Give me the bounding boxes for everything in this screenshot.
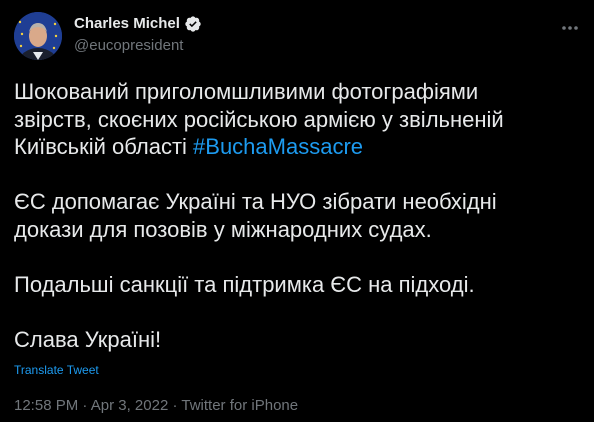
tweet-line: звірств, скоєних російською армією у зві… <box>14 106 504 132</box>
tweet-body: Шокований приголомшливими фотографіями з… <box>14 78 574 353</box>
tweet-paragraph-2: ЄС допомагає Україні та НУО зібрати необ… <box>14 188 574 243</box>
meta-separator: · <box>82 397 88 414</box>
tweet-paragraph-4: Слава Україні! <box>14 326 574 354</box>
avatar-photo <box>14 12 62 60</box>
tweet-paragraph-1: Шокований приголомшливими фотографіями з… <box>14 78 574 161</box>
hashtag-link[interactable]: #BuchaMassacre <box>193 134 363 159</box>
tweet-metadata: 12:58 PM · Apr 3, 2022 · Twitter for iPh… <box>14 397 298 415</box>
tweet-source[interactable]: Twitter for iPhone <box>181 397 298 414</box>
tweet-line: Подальші санкції та підтримка ЄС на підх… <box>14 271 475 297</box>
author-display-name[interactable]: Charles Michel <box>74 15 180 33</box>
verified-badge-icon <box>184 15 202 33</box>
tweet-line: Шокований приголомшливими фотографіями <box>14 79 479 104</box>
more-dots-icon[interactable] <box>560 18 580 38</box>
tweet-line: докази для позовів у міжнародних судах. <box>14 216 432 242</box>
author-name-row[interactable]: Charles Michel <box>74 15 202 33</box>
avatar[interactable] <box>14 12 62 60</box>
tweet-date[interactable]: Apr 3, 2022 <box>91 397 169 414</box>
tweet-line: ЄС допомагає Україні та НУО зібрати необ… <box>14 189 497 214</box>
tweet-line: Київській області <box>14 134 194 159</box>
tweet-time[interactable]: 12:58 PM <box>14 397 78 414</box>
tweet-card: Charles Michel @eucopresident Шокований … <box>0 0 594 422</box>
tweet-paragraph-3: Подальші санкції та підтримка ЄС на підх… <box>14 271 574 299</box>
author-handle[interactable]: @eucopresident <box>74 37 183 55</box>
tweet-line: Слава Україні! <box>14 326 162 352</box>
meta-separator: · <box>172 397 178 414</box>
translate-tweet-link[interactable]: Translate Tweet <box>14 363 99 377</box>
